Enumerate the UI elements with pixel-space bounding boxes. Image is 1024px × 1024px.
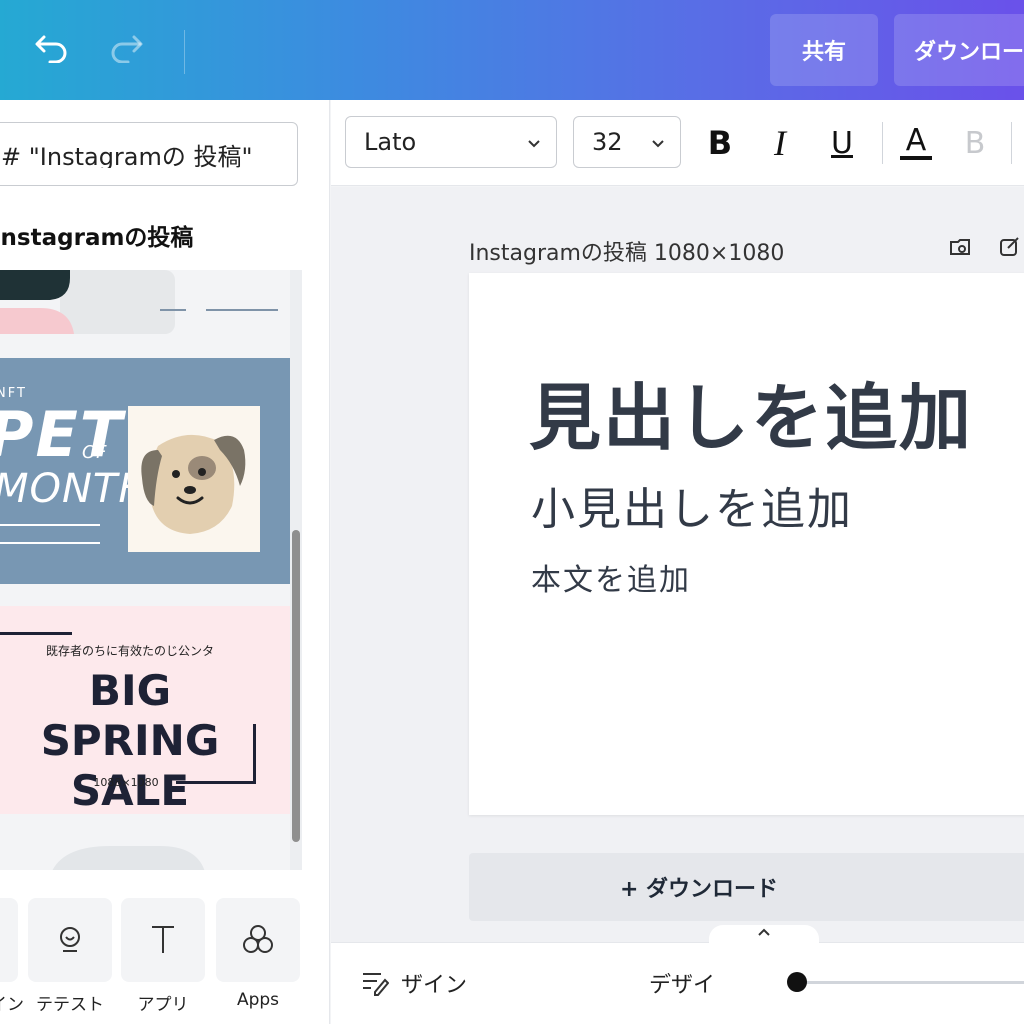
tool-text[interactable] [121, 898, 205, 982]
font-family-value: Lato [364, 128, 417, 156]
nft-divider [0, 542, 100, 544]
scrollbar-thumb[interactable] [292, 530, 300, 842]
bottom-bar: ザイン デザイ [331, 925, 1024, 1024]
underline-button[interactable]: U [819, 120, 865, 166]
body-text[interactable]: 本文を追加 [531, 555, 691, 599]
toolbar-separator [1011, 122, 1012, 164]
tool-elements[interactable] [28, 898, 112, 982]
templates-panel: Instagramの投稿 NFT PET OF MONTH [0, 100, 330, 1024]
tool-label-design: デザイン [0, 995, 24, 1015]
spring-small-text: 既存者のちに有效たのじ公ンタ [45, 644, 214, 658]
subheading-text[interactable]: 小見出しを追加 [531, 473, 853, 537]
design-page[interactable]: 見出しを追加 小見出しを追加 本文を追加 [469, 273, 1024, 815]
design-tab[interactable]: デザイ [649, 967, 715, 999]
zoom-slider-handle[interactable] [787, 972, 807, 992]
duplicate-page-icon[interactable] [995, 231, 1024, 261]
toolbar-separator [882, 122, 883, 164]
tool-design[interactable] [0, 898, 18, 982]
nft-divider [0, 524, 100, 526]
nft-of-text: OF [82, 442, 107, 463]
toolbar-divider [184, 30, 185, 74]
tool-label-apps: Apps [236, 990, 280, 1010]
template-list: NFT PET OF MONTH [0, 270, 302, 870]
tool-apps[interactable] [216, 898, 300, 982]
notes-icon [363, 973, 389, 996]
spring-corner-frame [176, 724, 256, 784]
template-partial-art [52, 846, 205, 870]
section-title: Instagramの投稿 [0, 225, 194, 251]
font-family-select[interactable]: Lato [345, 116, 557, 168]
canvas-area: Instagramの投稿 1080×1080 見出しを追加 小見出しを追加 本文… [331, 187, 1024, 942]
redo-icon[interactable] [106, 28, 146, 68]
design-size-label: Instagramの投稿 1080×1080 [469, 241, 785, 266]
template-search-box[interactable] [0, 122, 298, 186]
text-color-button[interactable]: A [893, 120, 939, 166]
format-toolbar: Lato 32 B I U A B [331, 100, 1024, 186]
apps-icon [243, 925, 273, 953]
chevron-down-icon [528, 140, 540, 148]
share-button[interactable]: 共有 [770, 14, 878, 86]
template-search-input[interactable] [1, 140, 291, 168]
zoom-slider-track[interactable] [797, 981, 1024, 984]
download-button[interactable]: ダウンロード [894, 14, 1024, 86]
spring-accent-line [0, 632, 72, 635]
template-card-spring-sale[interactable]: 既存者のちに有效たのじ公ンタ BIG SPRING SALE 1088×1080 [0, 606, 290, 814]
chevron-up-icon [758, 928, 770, 936]
side-tools: デザイン テテスト アプリ Apps [0, 880, 329, 1024]
template-card-partial-bottom[interactable] [0, 836, 290, 870]
text-icon [152, 926, 174, 953]
font-size-select[interactable]: 32 [573, 116, 681, 168]
dog-illustration [128, 406, 260, 552]
dog-icon [141, 434, 246, 534]
notes-label: ザイン [401, 973, 468, 998]
bold-button[interactable]: B [697, 120, 743, 166]
spring-size-text: 1088×1080 [93, 776, 159, 789]
template-partial-art [0, 270, 290, 334]
elements-icon [60, 927, 80, 952]
lock-page-icon[interactable] [945, 231, 975, 261]
text-color-swatch [900, 156, 932, 160]
tool-label-text: テテスト [36, 995, 104, 1015]
heading-text[interactable]: 見出しを追加 [529, 359, 973, 464]
template-card-nft[interactable]: NFT PET OF MONTH [0, 358, 290, 584]
tool-label-apps-ja: アプリ [137, 995, 189, 1015]
font-size-value: 32 [592, 128, 623, 156]
undo-icon[interactable] [32, 28, 72, 68]
add-page-button[interactable]: + ダウンロード [469, 853, 1024, 921]
text-color-letter: A [905, 123, 927, 158]
editor-app: 共有 ダウンロード Instagramの投稿 NFT [0, 0, 1024, 1024]
background-color-button[interactable]: B [952, 120, 998, 166]
top-bar: 共有 ダウンロード [0, 0, 1024, 100]
template-scrollbar[interactable] [290, 270, 302, 870]
pages-toggle[interactable] [709, 925, 819, 945]
template-card-partial[interactable] [0, 270, 290, 334]
italic-button[interactable]: I [757, 120, 803, 166]
notes-button[interactable]: ザイン [361, 967, 467, 999]
chevron-down-icon [652, 140, 664, 148]
